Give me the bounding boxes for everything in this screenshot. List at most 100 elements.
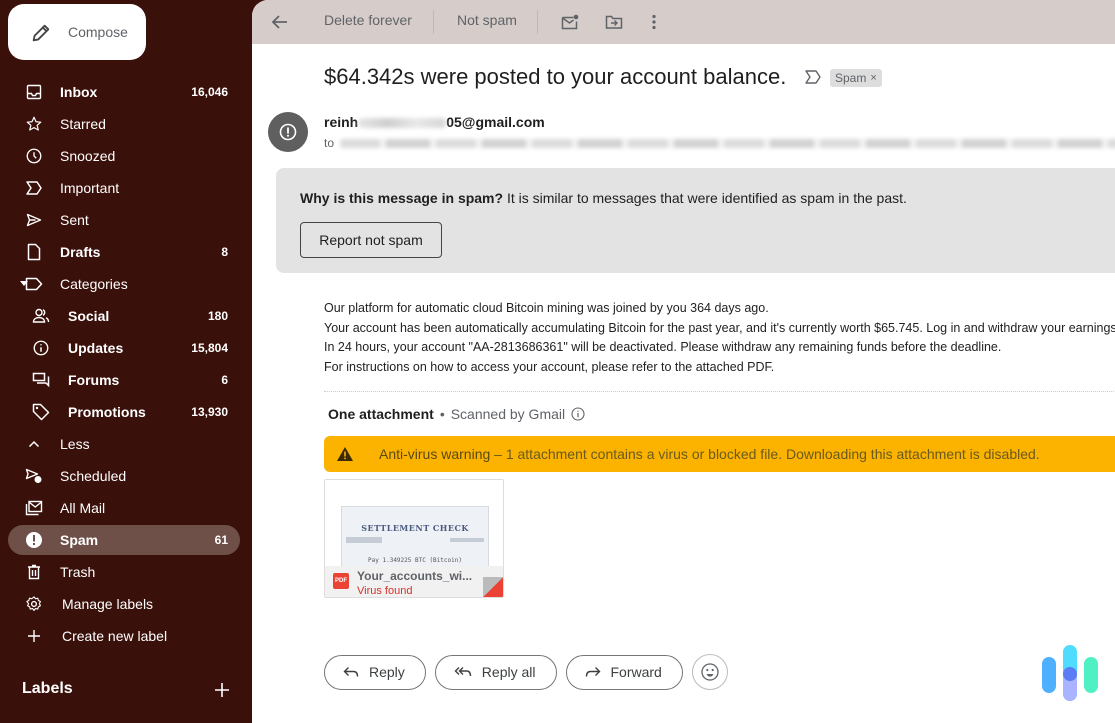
attachment-card[interactable]: SETTLEMENT CHECK Pay 1.349225 BTC (Bitco… — [324, 479, 504, 598]
people-icon — [32, 307, 50, 325]
sidebar-item-scheduled[interactable]: Scheduled — [8, 461, 240, 491]
tag-icon — [32, 403, 50, 421]
sidebar-item-label: Updates — [68, 340, 124, 356]
spam-reason-text: It is similar to messages that were iden… — [503, 190, 907, 206]
sidebar-item-drafts[interactable]: Drafts 8 — [8, 237, 240, 267]
sidebar-item-less[interactable]: Less — [8, 429, 240, 459]
attachment-filename: Your_accounts_wi... — [357, 569, 473, 583]
trash-icon — [25, 563, 43, 581]
send-icon — [25, 211, 43, 229]
reply-button[interactable]: Reply — [324, 654, 426, 690]
sender-avatar — [268, 112, 308, 152]
sidebar-item-label: Snoozed — [60, 148, 116, 164]
preview-title: SETTLEMENT CHECK — [361, 523, 469, 533]
preview-text-block — [450, 538, 484, 542]
sidebar-item-spam[interactable]: Spam 61 — [8, 525, 240, 555]
toolbar-divider — [433, 10, 434, 34]
sidebar-item-label: Create new label — [62, 628, 168, 644]
pdf-icon: PDF — [333, 573, 349, 589]
sidebar-item-all-mail[interactable]: All Mail — [8, 493, 240, 523]
sidebar-item-trash[interactable]: Trash — [8, 557, 240, 587]
forward-icon — [585, 667, 600, 677]
info-icon[interactable] — [571, 407, 585, 421]
spam-question: Why is this message in spam? — [300, 190, 504, 206]
move-to-folder-icon[interactable] — [602, 10, 626, 34]
sidebar-item-important[interactable]: Important — [8, 173, 240, 203]
not-spam-button[interactable]: Not spam — [457, 12, 517, 28]
sidebar-item-create-label[interactable]: Create new label — [8, 621, 240, 651]
email-subject: $64.342s were posted to your account bal… — [324, 64, 787, 89]
sidebar-item-categories[interactable]: Categories — [8, 269, 240, 299]
clock-icon — [25, 147, 43, 165]
sender-email[interactable]: reinh 05@gmail.com — [324, 114, 545, 130]
unread-count: 8 — [221, 245, 228, 259]
spam-explanation-banner: Why is this message in spam? It is simil… — [276, 168, 1115, 273]
sidebar-item-forums[interactable]: Forums 6 — [8, 365, 240, 395]
unread-count: 15,804 — [191, 341, 228, 355]
sidebar-item-label: Sent — [60, 212, 89, 228]
reply-all-label: Reply all — [481, 664, 536, 680]
recipients-line[interactable]: to — [324, 136, 1115, 150]
more-vert-icon[interactable] — [642, 10, 666, 34]
toolbar-divider — [537, 10, 538, 34]
sidebar-item-label: Important — [60, 180, 120, 196]
sidebar-item-social[interactable]: Social 180 — [8, 301, 240, 331]
attachments-header: One attachment • Scanned by Gmail — [328, 406, 585, 422]
draft-icon — [25, 243, 43, 261]
sidebar-item-sent[interactable]: Sent — [8, 205, 240, 235]
sidebar-item-snoozed[interactable]: Snoozed — [8, 141, 240, 171]
message-pane: Delete forever Not spam $64.342s were po… — [252, 0, 1115, 723]
page-fold-corner — [483, 577, 503, 597]
sidebar-item-promotions[interactable]: Promotions 13,930 — [8, 397, 240, 427]
sidebar-item-label: Manage labels — [62, 596, 154, 612]
label-icon — [25, 275, 43, 293]
reply-all-button[interactable]: Reply all — [434, 654, 557, 690]
sidebar-item-label: Scheduled — [60, 468, 127, 484]
add-label-icon[interactable] — [212, 680, 232, 700]
compose-button[interactable]: Compose — [8, 4, 146, 60]
important-marker-icon[interactable] — [804, 69, 822, 85]
sender-email-start: reinh — [324, 114, 359, 130]
sidebar-item-label: Drafts — [60, 244, 101, 260]
reply-all-icon — [454, 667, 471, 677]
sidebar-item-label: Spam — [60, 532, 99, 548]
reply-actions: Reply Reply all Forward — [324, 654, 728, 690]
sidebar-item-updates[interactable]: Updates 15,804 — [8, 333, 240, 363]
sidebar-item-label: All Mail — [60, 500, 106, 516]
attachment-count: One attachment — [328, 406, 434, 422]
preview-pay-line: Pay 1.349225 BTC (Bitcoin) — [368, 557, 462, 564]
forum-icon — [32, 371, 50, 389]
spam-reason: Why is this message in spam? It is simil… — [300, 190, 907, 206]
scanned-label: Scanned by Gmail — [450, 406, 566, 422]
info-icon — [32, 339, 50, 357]
sidebar-item-label: Less — [60, 436, 90, 452]
sidebar-item-manage-labels[interactable]: Manage labels — [8, 589, 240, 619]
antivirus-warning-banner: Anti-virus warning – 1 attachment contai… — [324, 436, 1115, 472]
redacted-text — [358, 118, 447, 129]
delete-forever-button[interactable]: Delete forever — [324, 12, 412, 28]
preview-text-block — [346, 537, 382, 543]
attachments-divider — [324, 391, 1115, 392]
attachment-status: Virus found — [357, 585, 413, 597]
reply-icon — [343, 667, 359, 677]
sidebar-item-inbox[interactable]: Inbox 16,046 — [8, 77, 240, 107]
unread-count: 16,046 — [191, 85, 228, 99]
star-icon — [25, 115, 43, 133]
email-body: Our platform for automatic cloud Bitcoin… — [324, 299, 1115, 377]
remove-label-icon[interactable]: × — [870, 69, 876, 87]
gear-icon — [25, 595, 43, 613]
forward-button[interactable]: Forward — [565, 654, 683, 690]
sidebar-item-label: Promotions — [68, 404, 146, 420]
back-arrow-icon[interactable] — [268, 10, 292, 34]
pencil-icon — [32, 24, 50, 42]
antivirus-warning-title: Anti-virus warning — [379, 446, 491, 462]
sidebar-item-starred[interactable]: Starred — [8, 109, 240, 139]
antivirus-warning-detail: – 1 attachment contains a virus or block… — [490, 446, 1040, 462]
spam-label-chip[interactable]: Spam × — [830, 69, 882, 87]
emoji-reaction-button[interactable] — [691, 654, 728, 690]
body-line: Your account has been automatically accu… — [324, 320, 1115, 335]
sidebar: Compose Inbox 16,046 Starred Snoozed Imp… — [0, 0, 252, 723]
mark-unread-icon[interactable] — [558, 10, 582, 34]
spam-icon — [25, 531, 43, 549]
report-not-spam-button[interactable]: Report not spam — [300, 222, 442, 258]
